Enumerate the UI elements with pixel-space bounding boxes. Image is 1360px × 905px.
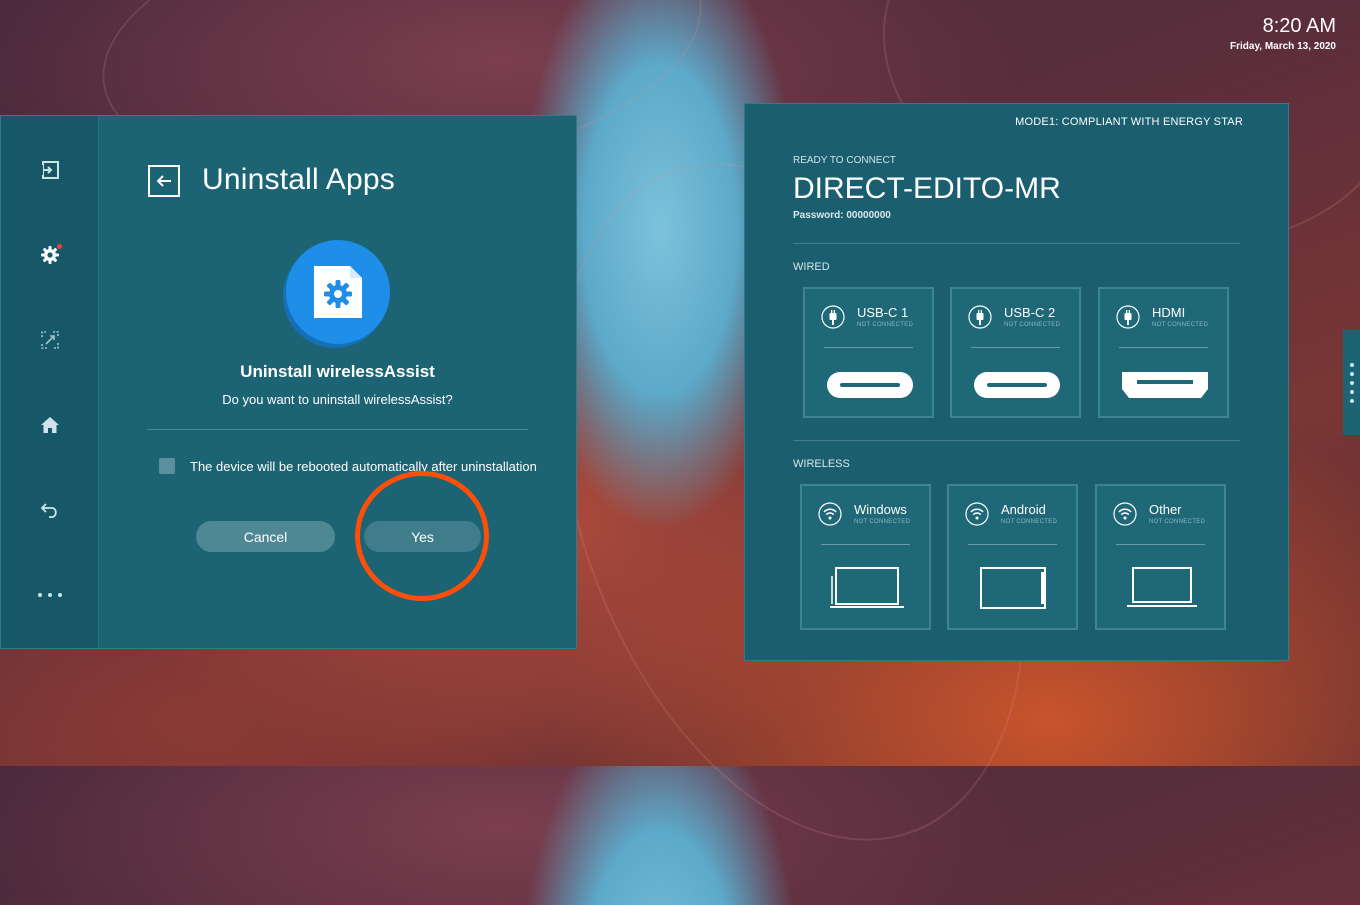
- ready-label: READY TO CONNECT: [793, 155, 896, 166]
- card-divider: [1116, 544, 1205, 545]
- card-status: NOT CONNECTED: [857, 322, 914, 328]
- usb-c-port-icon: [827, 372, 913, 398]
- wired-card-hdmi[interactable]: HDMI NOT CONNECTED: [1098, 287, 1229, 418]
- wifi-icon: [965, 502, 989, 526]
- laptop-icon: [1127, 567, 1197, 607]
- divider: [793, 440, 1240, 441]
- wireless-card-android[interactable]: Android NOT CONNECTED: [947, 484, 1078, 630]
- more-icon: [38, 593, 62, 597]
- uninstall-app-title: Uninstall wirelessAssist: [240, 362, 435, 381]
- wired-card-usb-c-1[interactable]: USB-C 1 NOT CONNECTED: [803, 287, 934, 418]
- usb-plug-icon: [821, 305, 845, 329]
- card-divider: [968, 544, 1057, 545]
- card-divider: [1119, 347, 1208, 348]
- reboot-option: The device will be rebooted automaticall…: [159, 458, 537, 474]
- yes-button[interactable]: Yes: [364, 521, 481, 552]
- laptop-icon: [830, 567, 904, 608]
- home-icon: [41, 417, 59, 433]
- sidebar-item-screen-share[interactable]: [30, 320, 70, 360]
- hdmi-port-icon: [1122, 372, 1208, 398]
- mode-label: MODE1: COMPLIANT WITH ENERGY STAR: [1015, 116, 1243, 128]
- wifi-icon: [818, 502, 842, 526]
- clock-time: 8:20 AM: [1262, 15, 1336, 37]
- sidebar: [1, 116, 99, 648]
- wifi-icon: [1113, 502, 1137, 526]
- back-button[interactable]: [148, 165, 180, 197]
- handle-dot: [1349, 380, 1354, 385]
- card-status: NOT CONNECTED: [1004, 322, 1061, 328]
- wired-section-label: WIRED: [793, 261, 830, 273]
- handle-dot: [1349, 389, 1354, 394]
- app-settings-file-icon: [314, 266, 362, 318]
- card-name: USB-C 2: [1004, 305, 1056, 320]
- card-name: USB-C 1: [857, 305, 909, 320]
- usb-plug-icon: [968, 305, 992, 329]
- sidebar-item-home[interactable]: [30, 405, 70, 445]
- card-status: NOT CONNECTED: [1152, 322, 1209, 328]
- card-divider: [824, 347, 913, 348]
- uninstall-question: Do you want to uninstall wirelessAssist?: [222, 392, 453, 407]
- app-icon: [286, 240, 390, 344]
- handle-dot: [1349, 362, 1354, 367]
- reboot-checkbox[interactable]: [159, 458, 175, 474]
- cancel-button[interactable]: Cancel: [196, 521, 335, 552]
- wired-card-usb-c-2[interactable]: USB-C 2 NOT CONNECTED: [950, 287, 1081, 418]
- screen-share-icon: [41, 331, 59, 349]
- wireless-section-label: WIRELESS: [793, 458, 850, 470]
- network-ssid: DIRECT-EDITO-MR: [793, 172, 1061, 205]
- sidebar-item-settings[interactable]: [30, 235, 70, 275]
- sidebar-item-exit[interactable]: [30, 150, 70, 190]
- card-name: HDMI: [1152, 305, 1186, 320]
- notification-dot: [57, 244, 62, 249]
- network-password: Password: 00000000: [793, 210, 891, 221]
- sidebar-item-back[interactable]: [30, 490, 70, 530]
- sidebar-item-more[interactable]: [30, 575, 70, 615]
- divider: [793, 243, 1240, 244]
- usb-c-port-icon: [974, 372, 1060, 398]
- page-title: Uninstall Apps: [202, 163, 395, 196]
- clock-date: Friday, March 13, 2020: [1230, 41, 1336, 52]
- card-divider: [971, 347, 1060, 348]
- uninstall-dialog: Uninstall Apps Uninstall wirelessAssist …: [99, 116, 576, 648]
- usb-plug-icon: [1116, 305, 1140, 329]
- card-status: NOT CONNECTED: [1149, 519, 1206, 525]
- exit-icon: [40, 161, 59, 179]
- card-name: Windows: [854, 502, 907, 517]
- clock: 8:20 AM Friday, March 13, 2020: [1230, 14, 1336, 52]
- reboot-label: The device will be rebooted automaticall…: [190, 458, 537, 474]
- settings-panel: Uninstall Apps Uninstall wirelessAssist …: [0, 115, 577, 649]
- side-panel-handle[interactable]: [1343, 330, 1360, 435]
- arrow-left-icon: [156, 175, 171, 187]
- card-status: NOT CONNECTED: [854, 519, 911, 525]
- handle-dot: [1349, 398, 1354, 403]
- back-arrow-icon: [40, 503, 57, 518]
- card-name: Other: [1149, 502, 1182, 517]
- connection-panel: MODE1: COMPLIANT WITH ENERGY STAR READY …: [744, 103, 1289, 661]
- card-divider: [821, 544, 910, 545]
- divider: [147, 429, 528, 430]
- tablet-icon: [980, 567, 1046, 609]
- handle-dot: [1349, 371, 1354, 376]
- wireless-card-windows[interactable]: Windows NOT CONNECTED: [800, 484, 931, 630]
- card-name: Android: [1001, 502, 1046, 517]
- wireless-card-other[interactable]: Other NOT CONNECTED: [1095, 484, 1226, 630]
- card-status: NOT CONNECTED: [1001, 519, 1058, 525]
